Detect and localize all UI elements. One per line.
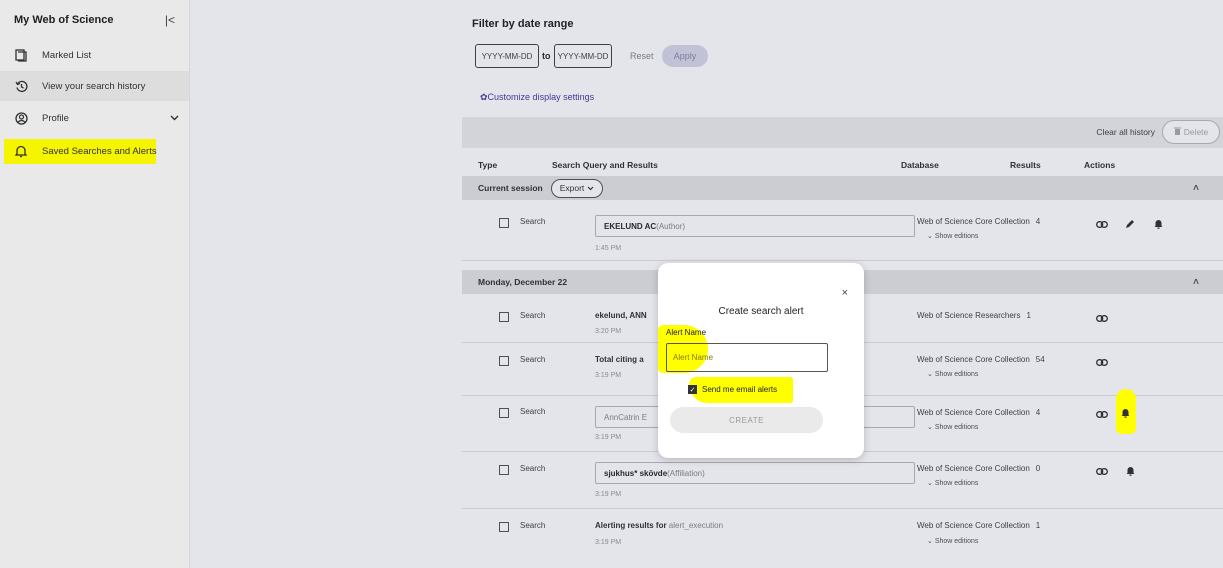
email-alerts-option[interactable]: ✓ Send me email alerts (688, 385, 777, 394)
email-alerts-checkbox[interactable]: ✓ (688, 385, 697, 394)
bell-icon[interactable] (1121, 405, 1130, 423)
alert-name-input[interactable]: Alert Name (666, 343, 828, 372)
close-icon[interactable]: × (842, 287, 848, 299)
alert-name-label: Alert Name (666, 328, 707, 337)
sidebar-overlay (0, 0, 190, 568)
email-alerts-label: Send me email alerts (702, 385, 778, 394)
create-alert-dialog: × Create search alert Alert Name Alert N… (658, 263, 864, 458)
dialog-title: Create search alert (718, 306, 804, 317)
create-button[interactable]: CREATE (670, 407, 823, 433)
